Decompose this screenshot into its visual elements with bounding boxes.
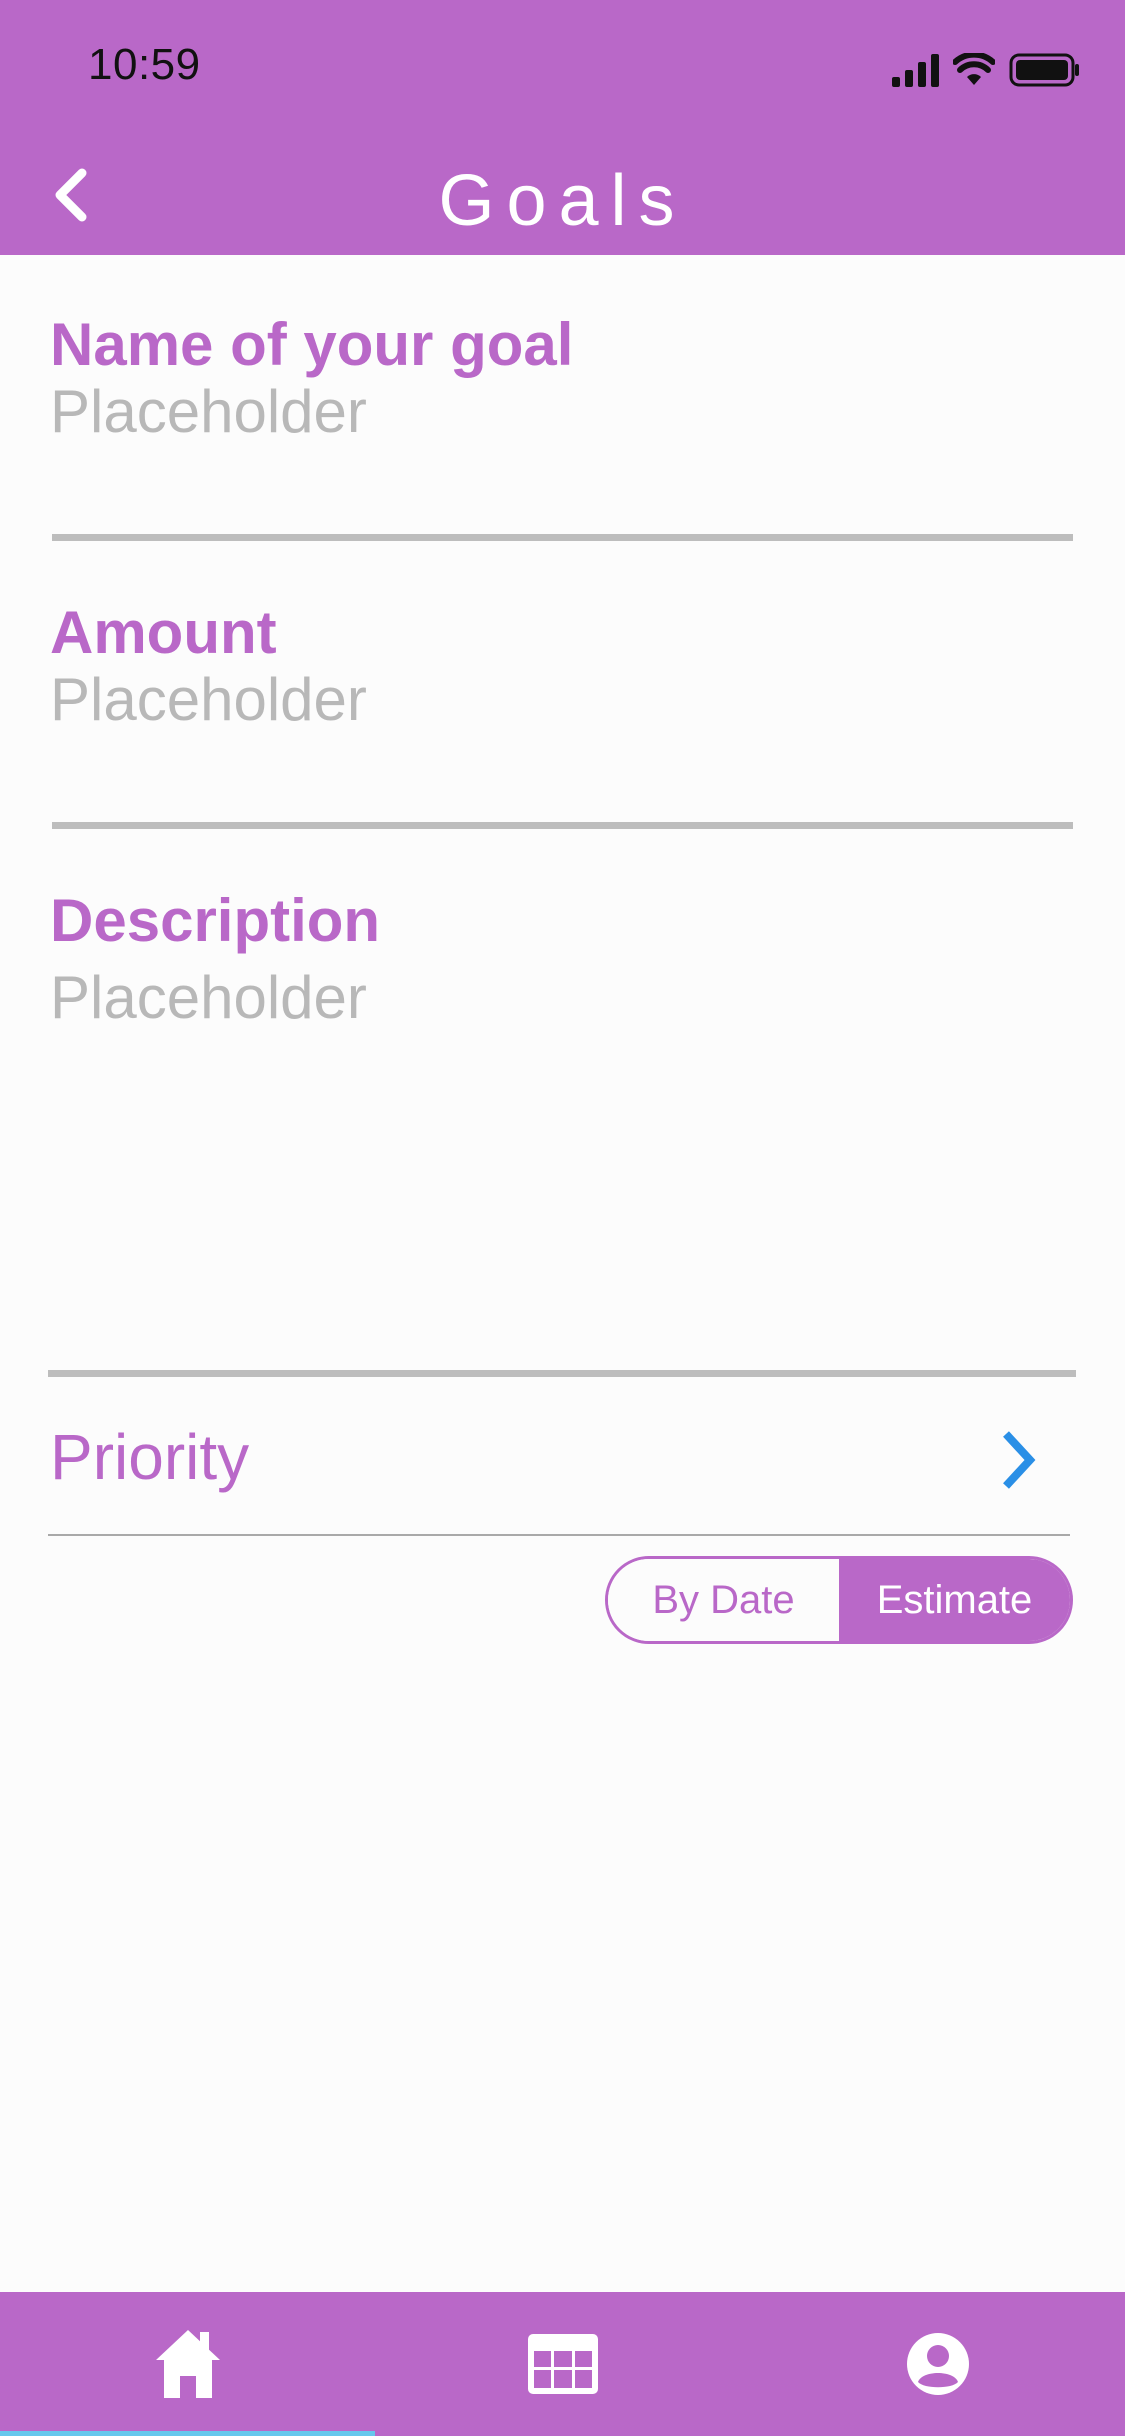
divider — [48, 1370, 1076, 1377]
wifi-icon — [953, 53, 995, 85]
divider — [48, 1534, 1070, 1536]
selected-tab-indicator — [0, 2431, 375, 2436]
app-header: 10:59 Goals — [0, 0, 1125, 255]
user-icon — [906, 2333, 969, 2395]
goal-name-field: Name of your goal — [50, 312, 1075, 446]
amount-input[interactable] — [50, 666, 1075, 734]
description-label: Description — [50, 887, 381, 954]
priority-label: Priority — [50, 1421, 250, 1493]
tab-calendar[interactable] — [375, 2292, 750, 2436]
status-bar-time: 10:59 — [88, 40, 201, 89]
amount-field: Amount — [50, 600, 1075, 734]
description-input[interactable] — [50, 964, 1075, 1264]
calendar-icon — [527, 2334, 598, 2394]
by-date-segment[interactable]: By Date — [608, 1559, 839, 1641]
tab-bar — [0, 2292, 1125, 2436]
cellular-signal-icon — [892, 53, 939, 87]
tab-home[interactable] — [0, 2292, 375, 2436]
goal-name-input[interactable] — [50, 378, 1075, 446]
description-field: Description — [50, 888, 1075, 1269]
status-bar-icons — [892, 48, 1081, 92]
battery-icon — [1009, 53, 1079, 87]
amount-label: Amount — [50, 599, 277, 666]
tab-profile[interactable] — [750, 2292, 1125, 2436]
page-title: Goals — [438, 161, 687, 241]
estimate-segment[interactable]: Estimate — [839, 1559, 1070, 1641]
divider — [52, 534, 1073, 541]
divider — [52, 822, 1073, 829]
priority-row[interactable]: Priority — [50, 1400, 1070, 1510]
chevron-right-icon — [1003, 1431, 1036, 1489]
mode-segmented-control: By Date Estimate — [605, 1556, 1073, 1644]
home-icon — [155, 2330, 220, 2398]
goal-name-label: Name of your goal — [50, 311, 574, 378]
